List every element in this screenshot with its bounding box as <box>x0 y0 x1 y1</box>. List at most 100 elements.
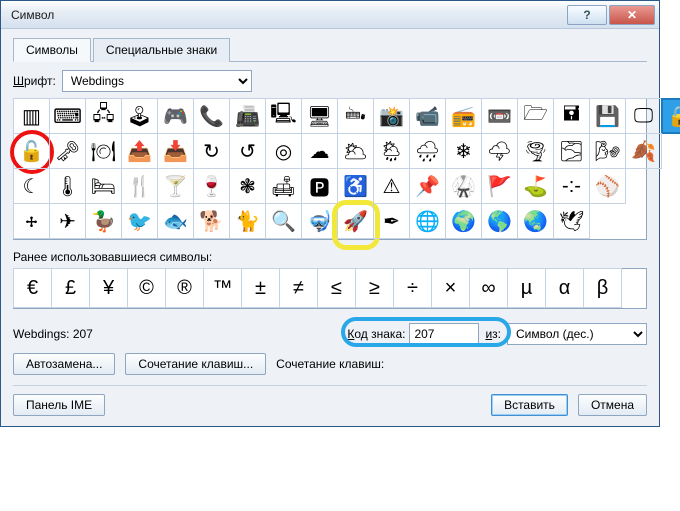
symbol-cell[interactable]: 🥋 <box>445 168 482 204</box>
symbol-cell[interactable]: 🍂 <box>625 133 662 169</box>
symbol-cell[interactable]: 🔍 <box>265 203 302 239</box>
symbol-cell[interactable]: 🍸 <box>157 168 194 204</box>
symbol-cell[interactable]: 🌍 <box>445 203 482 239</box>
symbol-cell[interactable]: ⛳ <box>517 168 554 204</box>
recent-cell[interactable]: € <box>13 268 52 308</box>
recent-cell[interactable]: ∞ <box>469 268 508 308</box>
symbol-cell[interactable]: 📼 <box>481 98 518 134</box>
symbol-cell[interactable]: 📌 <box>409 168 446 204</box>
tab-symbols[interactable]: Символы <box>13 38 91 62</box>
symbol-cell[interactable]: ☾ <box>13 168 50 204</box>
recent-cell[interactable]: © <box>127 268 166 308</box>
autocorrect-button[interactable]: Автозамена... <box>13 353 115 375</box>
recent-cell[interactable]: ≥ <box>355 268 394 308</box>
symbol-cell[interactable]: 🖥 <box>301 98 338 134</box>
symbol-cell[interactable]: 📞 <box>193 98 230 134</box>
symbol-cell[interactable]: 🔒 <box>661 98 680 134</box>
recent-cell[interactable]: ¥ <box>89 268 128 308</box>
symbol-cell[interactable]: ⚾ <box>589 168 626 204</box>
symbol-cell[interactable]: ⚠ <box>373 168 410 204</box>
shortcut-button[interactable]: Сочетание клавиш... <box>125 353 266 375</box>
recent-cell[interactable]: × <box>431 268 470 308</box>
symbol-cell[interactable]: 📻 <box>445 98 482 134</box>
symbol-cell[interactable]: 🐈 <box>229 203 266 239</box>
symbol-cell[interactable]: 🌦 <box>373 133 410 169</box>
symbol-cell[interactable]: 🕹 <box>121 98 158 134</box>
symbol-cell[interactable]: 🖧 <box>85 98 122 134</box>
symbol-cell[interactable]: 🗁 <box>517 98 554 134</box>
symbol-cell[interactable]: ✒ <box>373 203 410 239</box>
symbol-cell[interactable]: 🅿 <box>301 168 338 204</box>
symbol-cell[interactable]: 🤿 <box>301 203 338 239</box>
symbol-cell[interactable]: ❄ <box>445 133 482 169</box>
symbol-cell[interactable]: ▥ <box>13 98 50 134</box>
recent-cell[interactable]: µ <box>507 268 546 308</box>
close-button[interactable]: ✕ <box>609 5 655 25</box>
symbol-cell[interactable]: 🖦 <box>337 98 374 134</box>
recent-cell[interactable]: β <box>583 268 622 308</box>
symbol-cell[interactable]: 📠 <box>229 98 266 134</box>
symbol-cell[interactable]: 🌏 <box>517 203 554 239</box>
insert-button[interactable]: Вставить <box>491 394 568 416</box>
symbol-cell[interactable]: 🍽 <box>85 133 122 169</box>
symbol-cell[interactable]: 🌎 <box>481 203 518 239</box>
symbol-cell[interactable]: 🕂 <box>13 203 50 239</box>
code-input[interactable] <box>409 323 479 345</box>
symbol-grid: ▥⌨🖧🕹🎮📞📠🖳🖥🖦📸📹📻📼🗁🖬💾🖵🔒 🔓🗝🍽📤📥↻↺◎☁🌥🌦🌧❄🌩🌪🌫🌬🍂 ☾🌡🛏… <box>14 99 680 239</box>
recent-cell[interactable]: ÷ <box>393 268 432 308</box>
symbol-cell[interactable]: -:- <box>553 168 590 204</box>
symbol-cell[interactable]: 📤 <box>121 133 158 169</box>
symbol-cell[interactable]: 🌡 <box>49 168 86 204</box>
symbol-cell[interactable]: 🗝 <box>49 133 86 169</box>
recent-cell[interactable]: ® <box>165 268 204 308</box>
symbol-cell[interactable]: 🕊 <box>553 203 590 239</box>
tab-special[interactable]: Специальные знаки <box>93 38 230 62</box>
symbol-cell[interactable]: ♿ <box>337 168 374 204</box>
symbol-cell[interactable]: 🍴 <box>121 168 158 204</box>
symbol-cell[interactable]: 💾 <box>589 98 626 134</box>
symbol-cell[interactable]: ⌨ <box>49 98 86 134</box>
symbol-cell[interactable]: ❃ <box>229 168 266 204</box>
symbol-cell[interactable]: 🖵 <box>625 98 662 134</box>
cancel-button[interactable]: Отмена <box>578 394 647 416</box>
recent-cell[interactable]: ± <box>241 268 280 308</box>
recent-cell[interactable]: ™ <box>203 268 242 308</box>
symbol-cell[interactable]: 🌪 <box>517 133 554 169</box>
symbol-cell[interactable]: 🐕 <box>193 203 230 239</box>
symbol-cell[interactable]: 📸 <box>373 98 410 134</box>
symbol-cell[interactable]: ☁ <box>301 133 338 169</box>
symbol-cell[interactable]: 🚀 <box>337 203 374 239</box>
symbol-cell[interactable]: 🐦 <box>121 203 158 239</box>
symbol-cell[interactable]: 🛏 <box>85 168 122 204</box>
from-select[interactable]: Символ (дес.) <box>507 323 647 345</box>
symbol-cell[interactable]: 🚩 <box>481 168 518 204</box>
ime-panel-button[interactable]: Панель IME <box>13 394 105 416</box>
symbol-cell[interactable]: 📥 <box>157 133 194 169</box>
code-row: Webdings: 207 Код знака: Код знака: из: … <box>13 323 647 345</box>
help-button[interactable]: ? <box>567 5 607 25</box>
symbol-cell[interactable]: 🐟 <box>157 203 194 239</box>
symbol-cell[interactable]: ↺ <box>229 133 266 169</box>
recent-cell[interactable]: ≤ <box>317 268 356 308</box>
symbol-cell[interactable]: 🌫 <box>553 133 590 169</box>
symbol-cell[interactable]: 🌩 <box>481 133 518 169</box>
symbol-cell[interactable]: 🔓 <box>13 133 50 169</box>
symbol-cell[interactable]: 📹 <box>409 98 446 134</box>
symbol-cell[interactable]: 🍷 <box>193 168 230 204</box>
symbol-cell[interactable]: 🌧 <box>409 133 446 169</box>
symbol-cell[interactable]: ◎ <box>265 133 302 169</box>
symbol-cell[interactable]: 🎮 <box>157 98 194 134</box>
symbol-cell[interactable]: 🌬 <box>589 133 626 169</box>
recent-cell[interactable]: ≠ <box>279 268 318 308</box>
symbol-cell[interactable]: 🖬 <box>553 98 590 134</box>
symbol-cell[interactable]: ✈ <box>49 203 86 239</box>
symbol-cell[interactable]: 🌥 <box>337 133 374 169</box>
symbol-cell[interactable]: 🖳 <box>265 98 302 134</box>
symbol-cell[interactable]: ↻ <box>193 133 230 169</box>
font-select[interactable]: Webdings <box>62 70 252 92</box>
recent-cell[interactable]: α <box>545 268 584 308</box>
symbol-cell[interactable]: 🛋 <box>265 168 302 204</box>
recent-cell[interactable]: £ <box>51 268 90 308</box>
symbol-cell[interactable]: 🌐 <box>409 203 446 239</box>
symbol-cell[interactable]: 🦆 <box>85 203 122 239</box>
